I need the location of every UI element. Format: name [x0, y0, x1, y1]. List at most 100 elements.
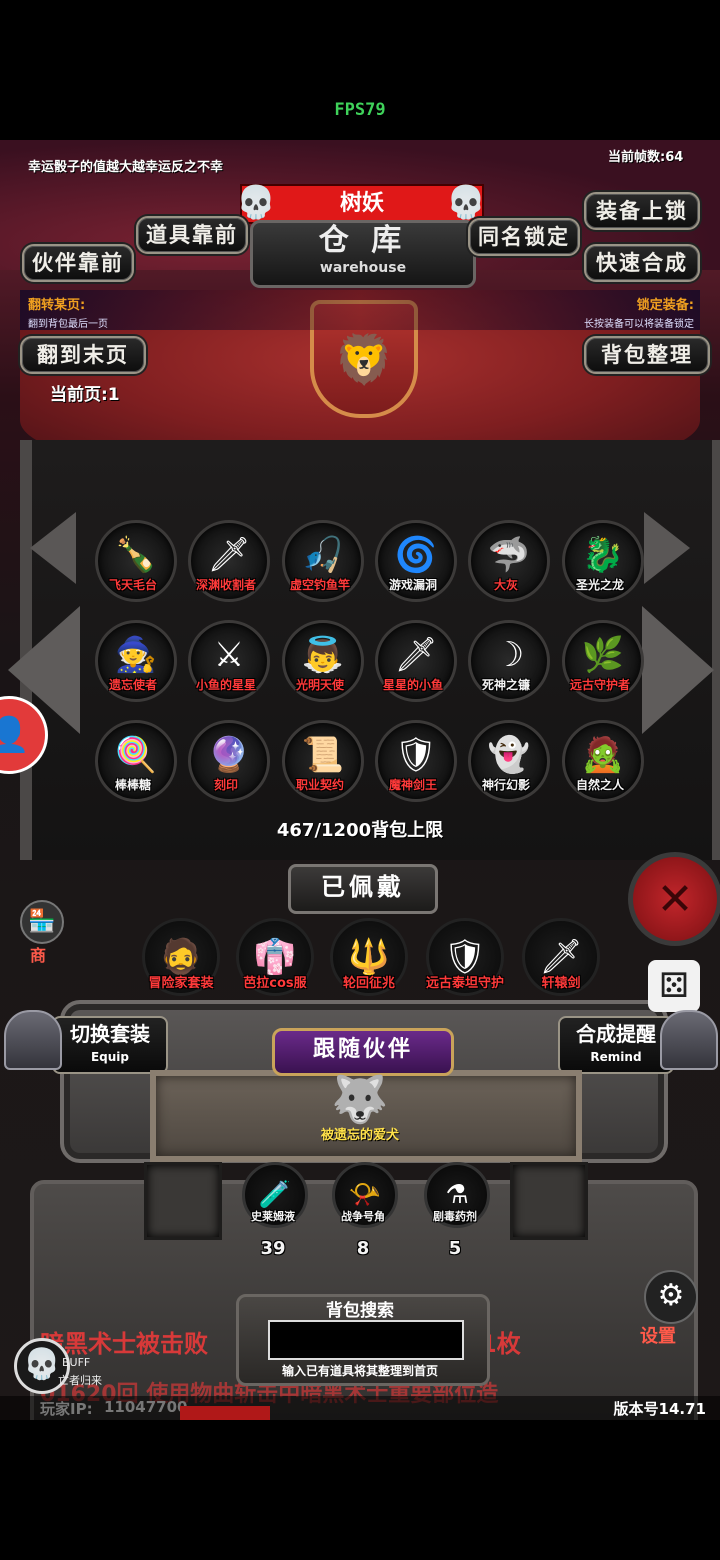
close-icon[interactable]: ✕ [628, 852, 720, 946]
buff-label: BUFF [62, 1356, 91, 1369]
consumable-item[interactable]: ⚗ 剧毒药剂 5 [424, 1162, 490, 1259]
same-name-lock-button[interactable]: 同名锁定 [468, 218, 580, 256]
item-icon: 🧙 [114, 635, 158, 675]
partner-name: 被遗忘的爱犬 [320, 1128, 399, 1143]
search-input[interactable] [268, 1320, 464, 1360]
next-page-arrow-icon[interactable] [642, 606, 714, 734]
item-icon: 🗡 [207, 535, 251, 575]
lock-hint-desc: 长按装备可以将装备锁定 [584, 319, 694, 330]
inventory-item[interactable]: 🔮 刻印 [188, 720, 270, 802]
item-label: 远古守护者 [569, 678, 630, 692]
current-page: 当前页:1 [50, 385, 120, 405]
gear-icon[interactable]: ⚙ [644, 1270, 698, 1324]
inventory-item[interactable]: 👻 神行幻影 [468, 720, 550, 802]
inventory-item[interactable]: ⚔ 小鱼的星星 [188, 620, 270, 702]
inventory-item[interactable]: 📜 职业契约 [282, 720, 364, 802]
inventory-item[interactable]: 🍭 棒棒糖 [95, 720, 177, 802]
inventory-item[interactable]: ☽ 死神之镰 [468, 620, 550, 702]
settings-label[interactable]: 设置 [640, 1322, 676, 1348]
buff-sub-label: 亡者归来 [58, 1374, 102, 1387]
frame-count: 当前帧数:64 [608, 150, 684, 165]
helmet-right-icon [660, 1010, 718, 1070]
switch-equip-button[interactable]: 切换套装 Equip [52, 1016, 168, 1074]
item-icon: 🐉 [581, 535, 625, 575]
game-screen: 幸运骰子的值越大越幸运反之不幸 当前帧数:64 🦁 树妖 💀 💀 仓 库 war… [0, 140, 720, 1420]
quick-merge-button[interactable]: 快速合成 [584, 244, 700, 282]
inventory-item[interactable]: 🌿 远古守护者 [562, 620, 644, 702]
inventory-item[interactable]: 🧟 自然之人 [562, 720, 644, 802]
inventory-item[interactable]: 🗡 星星的小鱼 [375, 620, 457, 702]
item-icon: 🔮 [207, 735, 251, 775]
inventory-item[interactable]: 🌀 游戏漏洞 [375, 520, 457, 602]
bag-sort-button[interactable]: 背包整理 [584, 336, 710, 374]
item-icon: 🌿 [581, 635, 625, 675]
inventory-item[interactable]: 🍾 飞天毛台 [95, 520, 177, 602]
inventory-item[interactable]: 🗡 深渊收割者 [188, 520, 270, 602]
switch-equip-sub: Equip [90, 1050, 130, 1064]
luck-tip: 幸运骰子的值越大越幸运反之不幸 [28, 160, 224, 175]
equipped-item-label: 远古泰坦守护 [425, 976, 504, 991]
consumable-item[interactable]: 🧪 史莱姆液 39 [242, 1162, 308, 1259]
equipped-item[interactable]: 🧔 冒险家套装 [142, 918, 220, 996]
equipped-title: 已佩戴 [288, 864, 438, 914]
inventory-item[interactable]: 🐉 圣光之龙 [562, 520, 644, 602]
fps-counter: FPS79 [334, 100, 386, 120]
item-icon: 🦈 [487, 535, 531, 575]
item-icon: 👼 [301, 635, 345, 675]
equipped-item[interactable]: 🛡 远古泰坦守护 [426, 918, 504, 996]
next-small-arrow-icon[interactable] [644, 512, 690, 584]
shop-icon[interactable]: 🏪 [20, 900, 64, 944]
equipped-item[interactable]: 👘 芭拉cos服 [236, 918, 314, 996]
consumable-count: 5 [448, 1238, 462, 1259]
player-ip: 11047700 [104, 1398, 188, 1416]
equipped-item[interactable]: 🔱 轮回征兆 [330, 918, 408, 996]
consumable-item[interactable]: 📯 战争号角 8 [332, 1162, 398, 1259]
item-icon: 🧟 [581, 735, 625, 775]
item-icon: 🛡 [394, 735, 438, 775]
dice-icon[interactable]: ⚄ [648, 960, 700, 1012]
goto-last-page-button[interactable]: 翻到末页 [20, 336, 146, 374]
inventory-item[interactable]: 👼 光明天使 [282, 620, 364, 702]
inventory-item[interactable]: 🧙 遗忘使者 [95, 620, 177, 702]
inventory-item[interactable]: 🛡 魔神剑王 [375, 720, 457, 802]
equipped-item-label: 轮回征兆 [342, 976, 395, 991]
merge-remind-button[interactable]: 合成提醒 Remind [558, 1016, 674, 1074]
warehouse-title: 仓 库 [318, 223, 408, 258]
red-progress-bar [180, 1406, 270, 1420]
item-front-button[interactable]: 道具靠前 [136, 216, 248, 254]
item-icon: ⚔ [213, 635, 245, 675]
partner-wolf-icon[interactable]: 🐺 [322, 1068, 398, 1130]
shop-label: 商 [30, 946, 47, 965]
empty-slot-left[interactable] [144, 1162, 222, 1240]
item-icon: 🗡 [394, 635, 438, 675]
item-icon: 📜 [301, 735, 345, 775]
equipped-item[interactable]: 🗡 轩辕剑 [522, 918, 600, 996]
equipped-item-label: 轩辕剑 [541, 976, 581, 991]
item-label: 自然之人 [575, 778, 624, 792]
item-icon: 🎣 [301, 535, 345, 575]
item-icon: 🍾 [114, 535, 158, 575]
inventory-item[interactable]: 🎣 虚空钓鱼竿 [282, 520, 364, 602]
empty-slot-right[interactable] [510, 1162, 588, 1240]
warehouse-subtitle: warehouse [319, 260, 407, 276]
partner-front-button[interactable]: 伙伴靠前 [22, 244, 134, 282]
item-label: 圣光之龙 [575, 578, 624, 592]
item-icon: 👻 [487, 735, 531, 775]
switch-equip-label: 切换套装 [70, 1022, 150, 1046]
skull-right-icon: 💀 [446, 183, 486, 221]
warehouse-title-plate: 仓 库 warehouse [250, 220, 476, 288]
bag-capacity: 467/1200背包上限 [276, 820, 444, 841]
inventory-item[interactable]: 🦈 大灰 [468, 520, 550, 602]
monster-name: 树妖 [339, 191, 384, 216]
prev-small-arrow-icon[interactable] [30, 512, 76, 584]
equip-lock-button[interactable]: 装备上锁 [584, 192, 700, 230]
lock-hint-title: 锁定装备: [636, 298, 694, 313]
skull-left-icon: 💀 [236, 183, 276, 221]
item-icon: ☽ [493, 635, 525, 675]
merge-remind-label: 合成提醒 [576, 1022, 656, 1046]
consumable-label: 剧毒药剂 [433, 1210, 477, 1223]
version-label: 版本号14.71 [613, 1400, 706, 1418]
merge-remind-sub: Remind [590, 1050, 642, 1064]
flip-hint-desc: 翻到背包最后一页 [28, 319, 108, 330]
search-title: 背包搜索 [326, 1301, 394, 1321]
